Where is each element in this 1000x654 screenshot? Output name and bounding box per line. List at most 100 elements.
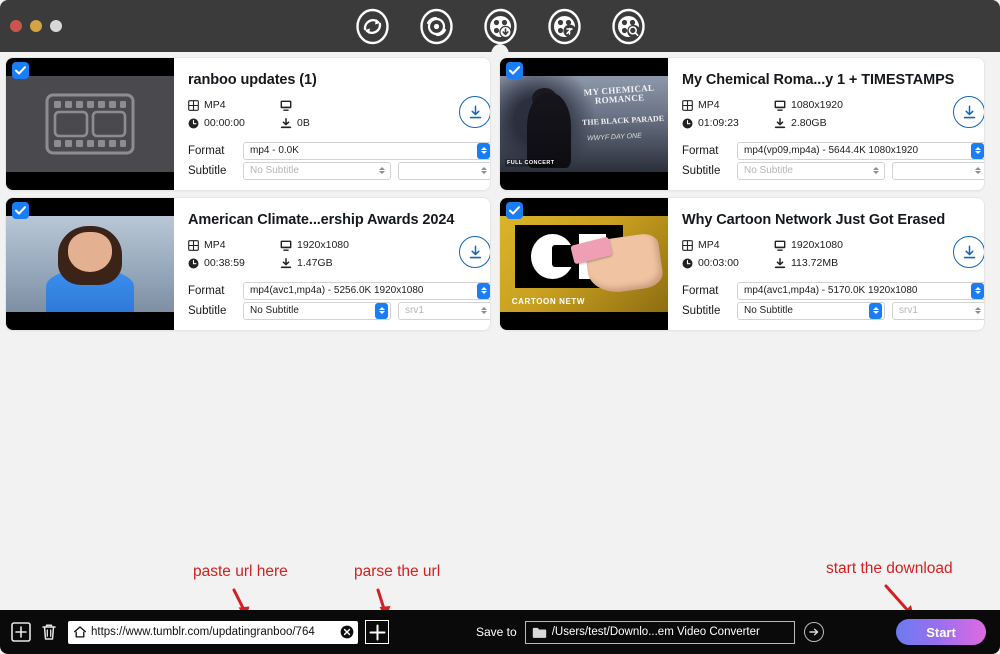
meta-size: 1.47GB xyxy=(280,257,490,269)
editor-icon[interactable] xyxy=(546,8,583,45)
subtitle-format-select[interactable]: srv1 xyxy=(398,302,490,320)
format-label: Format xyxy=(188,285,236,297)
parse-url-button[interactable] xyxy=(365,620,389,644)
video-title: Why Cartoon Network Just Got Erased xyxy=(682,212,984,228)
meta-format-value: MP4 xyxy=(204,239,226,251)
video-card[interactable]: MY CHEMICALROMANCE THE BLACK PARADE WWYF… xyxy=(500,58,984,190)
subtitle-format-stepper-icon xyxy=(971,163,984,179)
subtitle-row: Subtitle No Subtitle xyxy=(188,161,490,180)
format-select[interactable]: mp4(vp09,mp4a) - 5644.4K 1080x1920 xyxy=(737,142,984,160)
format-row: Format mp4 - 0.0K xyxy=(188,141,490,160)
format-select[interactable]: mp4(avc1,mp4a) - 5170.0K 1920x1080 xyxy=(737,282,984,300)
format-label: Format xyxy=(682,145,730,157)
meta-size-value: 0B xyxy=(297,117,310,129)
thumbnail-art-cartoon-network: CARTOON NETW xyxy=(500,216,668,312)
video-meta: MP4 1080x1920 01:09:23 2.80GB xyxy=(682,99,984,129)
bottom-toolbar: https://www.tumblr.com/updatingranboo/76… xyxy=(0,610,1000,654)
video-meta: MP4 1920x1080 00:38:59 1.47GB xyxy=(188,239,490,269)
meta-duration-value: 00:03:00 xyxy=(698,257,739,269)
save-path-value: /Users/test/Downlo...em Video Converter xyxy=(552,626,760,638)
clear-icon[interactable] xyxy=(340,625,354,639)
format-select-value: mp4(avc1,mp4a) - 5170.0K 1920x1080 xyxy=(744,285,971,296)
download-button[interactable] xyxy=(459,96,490,128)
meta-size: 2.80GB xyxy=(774,117,984,129)
start-button[interactable]: Start xyxy=(896,619,986,645)
format-stepper-icon xyxy=(477,143,490,159)
format-select[interactable]: mp4 - 0.0K xyxy=(243,142,490,160)
meta-size: 0B xyxy=(280,117,490,129)
thumbnail-image: MY CHEMICALROMANCE THE BLACK PARADE WWYF… xyxy=(500,76,668,172)
trash-icon[interactable] xyxy=(38,621,60,643)
subtitle-select[interactable]: No Subtitle xyxy=(737,302,885,320)
video-meta: MP4 1920x1080 00:03:00 113.72MB xyxy=(682,239,984,269)
format-select-value: mp4(avc1,mp4a) - 5256.0K 1920x1080 xyxy=(250,285,477,296)
meta-size-value: 2.80GB xyxy=(791,117,827,129)
format-select-value: mp4(vp09,mp4a) - 5644.4K 1080x1920 xyxy=(744,145,971,156)
subtitle-row: Subtitle No Subtitle srv1 xyxy=(188,301,490,320)
title-bar xyxy=(0,0,1000,52)
download-button[interactable] xyxy=(953,236,984,268)
url-input[interactable]: https://www.tumblr.com/updatingranboo/76… xyxy=(68,621,358,644)
download-button[interactable] xyxy=(953,96,984,128)
subtitle-stepper-icon xyxy=(869,303,882,319)
video-card[interactable]: ranboo updates (1) MP4 00:00:00 xyxy=(6,58,490,190)
app-window: ranboo updates (1) MP4 00:00:00 xyxy=(0,0,1000,654)
video-card[interactable]: American Climate...ership Awards 2024 MP… xyxy=(6,198,490,330)
video-thumbnail xyxy=(6,198,174,330)
meta-duration-value: 01:09:23 xyxy=(698,117,739,129)
video-meta: MP4 00:00:00 0B xyxy=(188,99,490,129)
download-button[interactable] xyxy=(459,236,490,268)
format-label: Format xyxy=(188,145,236,157)
subtitle-select-value: No Subtitle xyxy=(250,305,375,316)
player-icon[interactable] xyxy=(610,8,647,45)
convert-icon[interactable] xyxy=(354,8,391,45)
video-info: Why Cartoon Network Just Got Erased MP4 … xyxy=(668,198,984,330)
format-stepper-icon xyxy=(477,283,490,299)
video-card[interactable]: CARTOON NETW Why Cartoon Network Just Go… xyxy=(500,198,984,330)
subtitle-stepper-icon xyxy=(375,163,388,179)
subtitle-select[interactable]: No Subtitle xyxy=(243,302,391,320)
thumbnail-image xyxy=(6,76,174,172)
subtitle-format-select[interactable] xyxy=(892,162,984,180)
thumbnail-art-news xyxy=(6,216,174,312)
subtitle-label: Subtitle xyxy=(682,305,730,317)
save-path-field[interactable]: /Users/test/Downlo...em Video Converter xyxy=(525,621,795,644)
downloader-icon[interactable] xyxy=(482,8,519,45)
meta-format: MP4 xyxy=(188,99,280,111)
subtitle-stepper-icon xyxy=(869,163,882,179)
card-options: Format mp4(vp09,mp4a) - 5644.4K 1080x192… xyxy=(682,141,984,180)
meta-duration-value: 00:38:59 xyxy=(204,257,245,269)
subtitle-format-select[interactable] xyxy=(398,162,490,180)
card-checkbox[interactable] xyxy=(12,62,29,79)
download-list: ranboo updates (1) MP4 00:00:00 xyxy=(0,52,1000,602)
video-info: American Climate...ership Awards 2024 MP… xyxy=(174,198,490,330)
format-row: Format mp4(avc1,mp4a) - 5170.0K 1920x108… xyxy=(682,281,984,300)
subtitle-select-value: No Subtitle xyxy=(744,305,869,316)
meta-format: MP4 xyxy=(188,239,280,251)
card-checkbox[interactable] xyxy=(506,62,523,79)
subtitle-format-stepper-icon xyxy=(971,303,984,319)
annotation-start-download: start the download xyxy=(826,560,953,578)
card-checkbox[interactable] xyxy=(506,202,523,219)
meta-duration: 01:09:23 xyxy=(682,117,774,129)
video-info: ranboo updates (1) MP4 00:00:00 xyxy=(174,58,490,190)
subtitle-format-select[interactable]: srv1 xyxy=(892,302,984,320)
ripper-icon[interactable] xyxy=(418,8,455,45)
meta-size-value: 1.47GB xyxy=(297,257,333,269)
meta-duration-value: 00:00:00 xyxy=(204,117,245,129)
arrow-right-icon[interactable] xyxy=(804,622,824,642)
subtitle-select[interactable]: No Subtitle xyxy=(737,162,885,180)
meta-format-value: MP4 xyxy=(698,99,720,111)
video-thumbnail: MY CHEMICALROMANCE THE BLACK PARADE WWYF… xyxy=(500,58,668,190)
subtitle-format-stepper-icon xyxy=(477,303,490,319)
card-options: Format mp4(avc1,mp4a) - 5170.0K 1920x108… xyxy=(682,281,984,320)
video-thumbnail xyxy=(6,58,174,190)
video-title: ranboo updates (1) xyxy=(188,72,490,88)
url-input-value[interactable]: https://www.tumblr.com/updatingranboo/76… xyxy=(91,626,336,638)
subtitle-row: Subtitle No Subtitle xyxy=(682,161,984,180)
subtitle-select[interactable]: No Subtitle xyxy=(243,162,391,180)
add-box-icon[interactable] xyxy=(10,621,32,643)
meta-format-value: MP4 xyxy=(204,99,226,111)
card-checkbox[interactable] xyxy=(12,202,29,219)
format-select[interactable]: mp4(avc1,mp4a) - 5256.0K 1920x1080 xyxy=(243,282,490,300)
